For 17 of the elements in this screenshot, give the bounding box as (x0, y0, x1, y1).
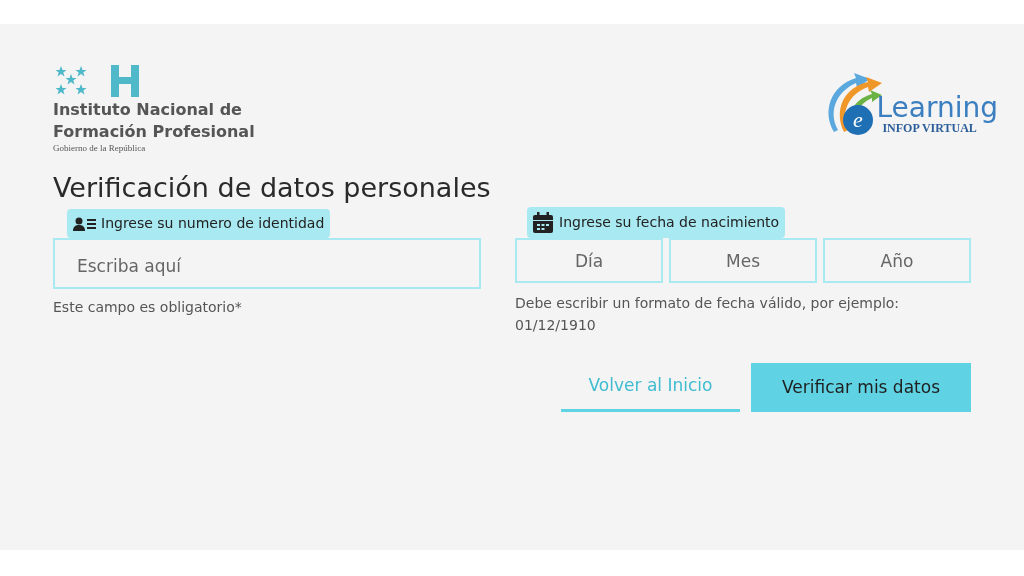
page-title: Verificación de datos personales (53, 171, 492, 205)
logo-subtitle: INFOP VIRTUAL (882, 122, 977, 134)
verify-button[interactable]: Verificar mis datos (751, 363, 971, 412)
institute-name: Instituto Nacional de Formación Profesional (53, 99, 255, 143)
help-text: Este campo es obligatorio* (53, 298, 243, 317)
date-input-field[interactable]: Año (823, 238, 971, 283)
field-label: Ingrese su numero de identidad (101, 214, 325, 233)
logo-letter: e (853, 107, 864, 132)
help-text: Debe escribir un formato de fecha válido, por ejemplo: 01/12/1910 (515, 294, 901, 335)
date-input-field[interactable]: Mes (669, 238, 817, 283)
date-input-field[interactable]: Día (515, 238, 663, 283)
government-subtitle: Gobierno de la República (53, 143, 147, 153)
user-list-icon (73, 216, 97, 231)
field-label: Ingrese su fecha de nacimiento (559, 213, 780, 232)
identity-input-field[interactable]: Escriba aquí (53, 238, 481, 289)
calendar-icon (533, 212, 553, 233)
logo-word: Learning (876, 94, 998, 122)
